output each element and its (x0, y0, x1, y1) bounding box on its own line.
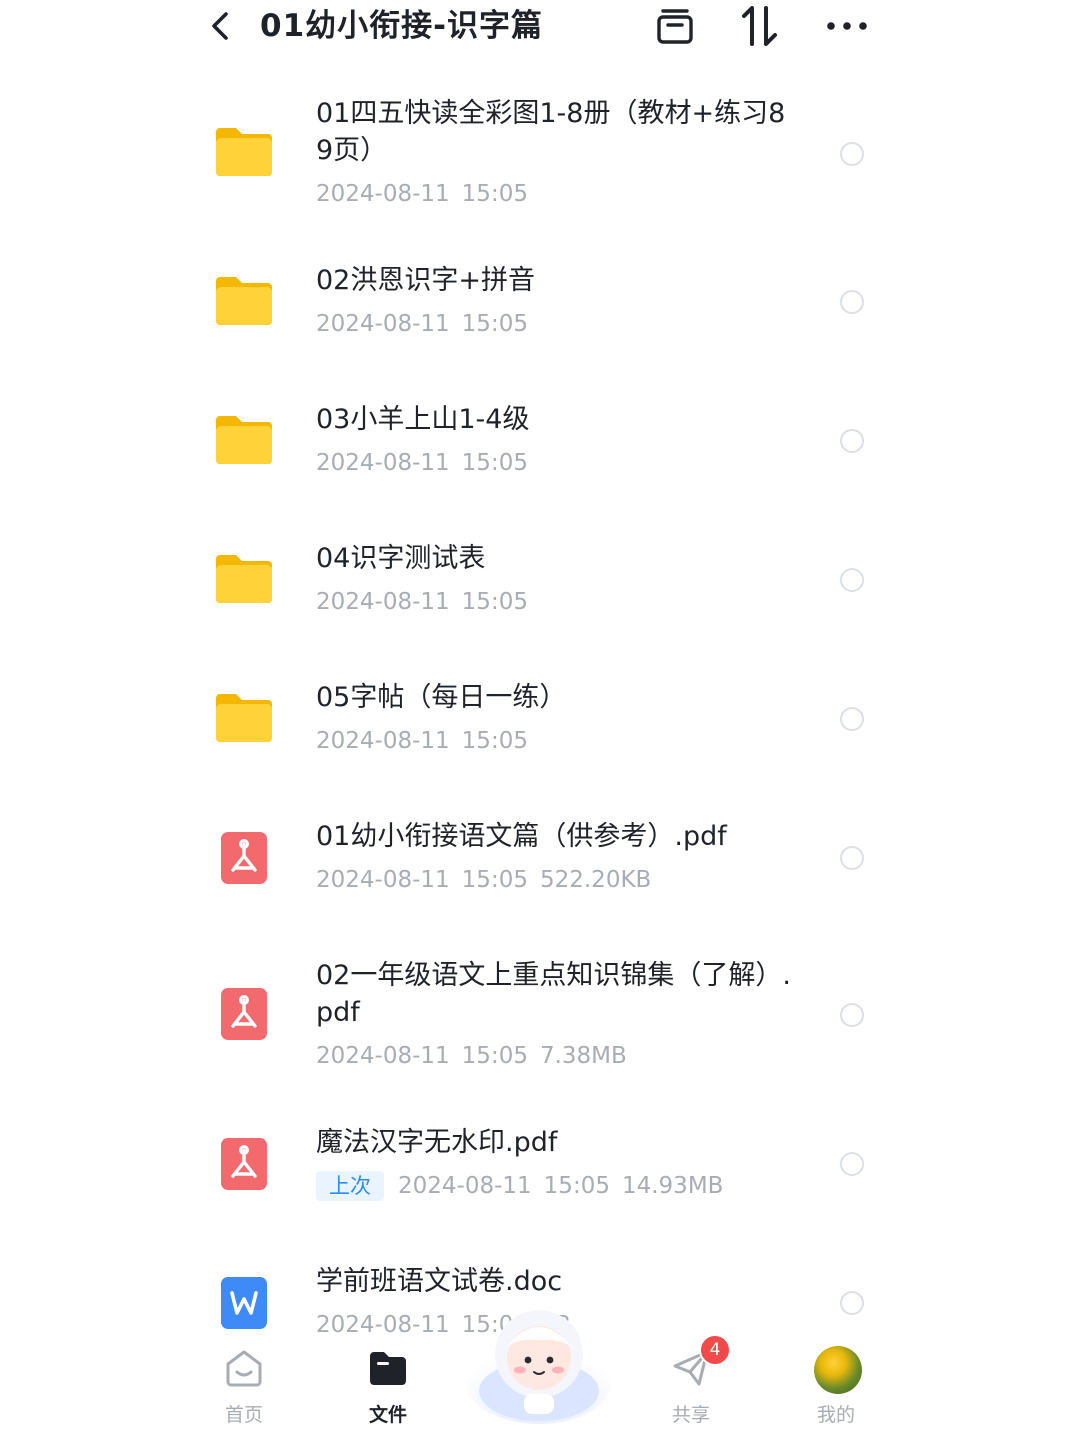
file-meta: 2024-08-11 15:05 (316, 448, 796, 478)
nav-home[interactable]: 首页 (199, 1346, 289, 1426)
file-time: 15:05 (461, 181, 528, 207)
file-name: 04识字测试表 (316, 543, 486, 574)
select-radio[interactable] (840, 568, 864, 592)
nav-label: 共享 (671, 1404, 710, 1426)
nav-share[interactable]: 4 共享 (646, 1334, 736, 1426)
folder-icon (366, 1346, 410, 1390)
list-item[interactable]: 03小羊上山1-4级 2024-08-11 15:05 (0, 401, 1080, 481)
folder-icon (212, 551, 276, 607)
select-radio[interactable] (840, 1152, 864, 1176)
file-time: 15:05 (461, 311, 528, 337)
page-title: 01幼小衔接-识字篇 (260, 8, 544, 44)
file-meta: 上次 2024-08-11 15:05 14.93MB (316, 1171, 796, 1201)
folder-icon (212, 412, 276, 468)
file-date: 2024-08-11 (316, 181, 450, 207)
file-date: 2024-08-11 (316, 867, 450, 893)
more-icon (827, 22, 867, 30)
archive-icon (657, 9, 693, 44)
file-time: 15:05 (461, 450, 528, 476)
list-item[interactable]: 01四五快读全彩图1-8册（教材+练习89页） 2024-08-11 15:05 (0, 95, 1080, 215)
home-icon (222, 1346, 266, 1390)
file-date: 2024-08-11 (398, 1173, 532, 1199)
file-date: 2024-08-11 (316, 1312, 450, 1338)
more-button[interactable] (825, 4, 869, 48)
select-radio[interactable] (840, 1003, 864, 1027)
file-name: 02洪恩识字+拼音 (316, 265, 535, 296)
pdf-file-icon (219, 830, 269, 886)
folder-icon (212, 690, 276, 746)
select-radio[interactable] (840, 1291, 864, 1315)
nav-mine[interactable]: 我的 (791, 1346, 881, 1426)
mascot-icon (467, 1310, 611, 1424)
nav-label: 文件 (368, 1404, 407, 1426)
file-name: 02一年级语文上重点知识锦集（了解）.pdf (316, 960, 791, 1028)
file-name: 03小羊上山1-4级 (316, 404, 530, 435)
file-size: 522.20KB (539, 867, 652, 893)
archive-button[interactable] (653, 4, 697, 48)
file-date: 2024-08-11 (316, 589, 450, 615)
file-date: 2024-08-11 (316, 311, 450, 337)
file-time: 15:05 (461, 867, 528, 893)
file-meta: 2024-08-11 15:05 (316, 179, 796, 209)
file-date: 2024-08-11 (316, 1043, 450, 1069)
file-time: 15:05 (543, 1173, 610, 1199)
list-item[interactable]: 01幼小衔接语文篇（供参考）.pdf 2024-08-11 15:05 522.20… (0, 818, 1080, 898)
file-meta: 2024-08-11 15:05 (316, 726, 796, 756)
select-radio[interactable] (840, 290, 864, 314)
select-radio[interactable] (840, 846, 864, 870)
mascot-button[interactable] (464, 1296, 614, 1426)
pdf-file-icon (219, 1136, 269, 1192)
file-time: 15:05 (461, 728, 528, 754)
list-item[interactable]: 05字帖（每日一练） 2024-08-11 15:05 (0, 679, 1080, 759)
file-meta: 2024-08-11 15:05 522.20KB (316, 865, 796, 895)
file-meta: 2024-08-11 15:05 7.38MB (316, 1041, 796, 1071)
folder-icon (212, 124, 276, 180)
chevron-left-icon (212, 12, 228, 40)
file-meta: 2024-08-11 15:05 (316, 309, 796, 339)
file-date: 2024-08-11 (316, 728, 450, 754)
nav-label: 首页 (224, 1404, 263, 1426)
file-name: 01幼小衔接语文篇（供参考）.pdf (316, 821, 727, 852)
file-time: 15:05 (461, 589, 528, 615)
file-name: 魔法汉字无水印.pdf (316, 1127, 558, 1158)
back-button[interactable] (203, 6, 239, 46)
sort-button[interactable] (738, 4, 782, 48)
file-name: 01四五快读全彩图1-8册（教材+练习89页） (316, 98, 786, 166)
nav-label: 我的 (816, 1404, 855, 1426)
folder-icon (212, 273, 276, 329)
avatar (814, 1346, 862, 1394)
list-item[interactable]: 魔法汉字无水印.pdf 上次 2024-08-11 15:05 14.93MB (0, 1124, 1080, 1204)
nav-files[interactable]: 文件 (343, 1346, 433, 1426)
list-item[interactable]: 02一年级语文上重点知识锦集（了解）.pdf 2024-08-11 15:05 7.… (0, 957, 1080, 1077)
last-opened-badge: 上次 (316, 1171, 384, 1201)
select-radio[interactable] (840, 142, 864, 166)
file-date: 2024-08-11 (316, 450, 450, 476)
list-item[interactable]: 04识字测试表 2024-08-11 15:05 (0, 540, 1080, 620)
file-name: 学前班语文试卷.doc (316, 1266, 563, 1297)
select-radio[interactable] (840, 429, 864, 453)
file-time: 15:05 (461, 1043, 528, 1069)
file-meta: 2024-08-11 15:05 (316, 587, 796, 617)
share-plane-icon: 4 (669, 1334, 731, 1390)
file-size: 14.93MB (621, 1173, 724, 1199)
pdf-file-icon (219, 986, 269, 1042)
file-size: 7.38MB (539, 1043, 627, 1069)
file-name: 05字帖（每日一练） (316, 682, 567, 713)
share-badge: 4 (699, 1334, 731, 1366)
select-radio[interactable] (840, 707, 864, 731)
list-item[interactable]: 02洪恩识字+拼音 2024-08-11 15:05 (0, 262, 1080, 342)
top-bar: 01幼小衔接-识字篇 (0, 0, 1080, 60)
word-file-icon (219, 1275, 269, 1331)
sort-icon (742, 6, 777, 46)
